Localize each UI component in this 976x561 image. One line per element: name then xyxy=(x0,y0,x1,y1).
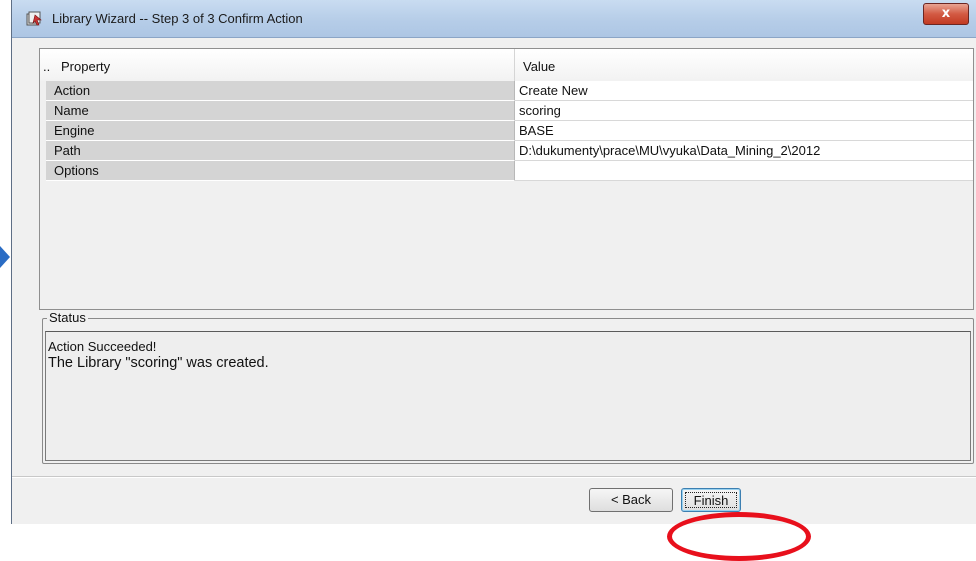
window-title: Library Wizard -- Step 3 of 3 Confirm Ac… xyxy=(52,11,303,26)
back-button[interactable]: < Back xyxy=(589,488,673,512)
property-column-header[interactable]: Property xyxy=(61,59,110,74)
property-cell: Path xyxy=(46,141,515,161)
value-cell: BASE xyxy=(515,121,973,141)
table-row[interactable]: Engine BASE xyxy=(40,121,973,141)
status-text-area[interactable]: Action Succeeded! The Library "scoring" … xyxy=(45,331,971,461)
status-detail: The Library "scoring" was created. xyxy=(48,355,269,371)
grid-header: .. Property Value xyxy=(40,49,973,82)
status-legend: Status xyxy=(47,310,88,325)
red-highlight-circle xyxy=(667,512,811,561)
table-row[interactable]: Path D:\dukumenty\prace\MU\vyuka\Data_Mi… xyxy=(40,141,973,161)
close-button[interactable]: x xyxy=(923,3,969,25)
row-header-dots[interactable]: .. xyxy=(43,59,50,74)
button-bar-divider-highlight xyxy=(12,477,976,478)
value-cell xyxy=(515,161,973,181)
value-cell: scoring xyxy=(515,101,973,121)
property-grid: .. Property Value Action Create New Name… xyxy=(39,48,974,310)
property-cell: Name xyxy=(46,101,515,121)
property-cell: Action xyxy=(46,81,515,101)
library-wizard-window: Library Wizard -- Step 3 of 3 Confirm Ac… xyxy=(11,0,976,561)
table-row[interactable]: Action Create New xyxy=(40,81,973,101)
finish-button-label: Finish xyxy=(685,492,737,508)
column-separator[interactable] xyxy=(514,49,515,81)
property-cell: Options xyxy=(46,161,515,181)
finish-button[interactable]: Finish xyxy=(681,488,741,512)
table-row[interactable]: Name scoring xyxy=(40,101,973,121)
status-message: Action Succeeded! xyxy=(48,339,157,354)
value-cell: D:\dukumenty\prace\MU\vyuka\Data_Mining_… xyxy=(515,141,973,161)
wizard-client-area: .. Property Value Action Create New Name… xyxy=(12,38,976,561)
property-cell: Engine xyxy=(46,121,515,141)
value-cell: Create New xyxy=(515,81,973,101)
library-wizard-icon xyxy=(26,11,42,26)
status-group: Status Action Succeeded! The Library "sc… xyxy=(42,310,974,464)
value-column-header[interactable]: Value xyxy=(523,59,555,74)
title-bar[interactable]: Library Wizard -- Step 3 of 3 Confirm Ac… xyxy=(12,0,976,38)
arrow-marker-icon xyxy=(0,246,10,268)
table-row[interactable]: Options xyxy=(40,161,973,181)
grid-rows: Action Create New Name scoring Engine BA… xyxy=(40,81,973,181)
